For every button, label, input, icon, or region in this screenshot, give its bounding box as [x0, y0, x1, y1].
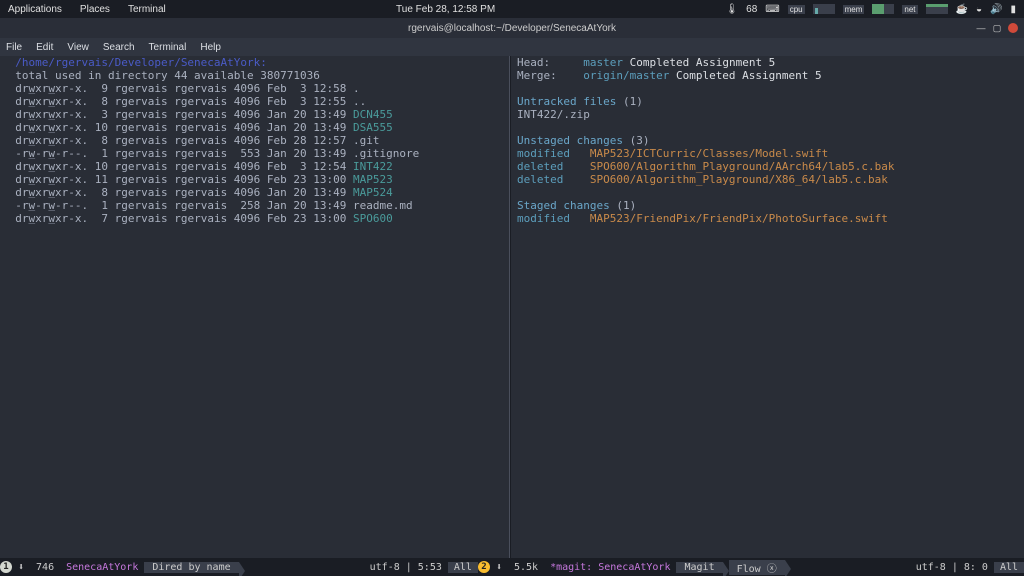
emacs-menu-help[interactable]: Help	[200, 42, 221, 53]
desktop-top-bar: Applications Places Terminal Tue Feb 28,…	[0, 0, 1024, 18]
left-size: 746	[30, 562, 60, 573]
net-label: net	[902, 5, 917, 14]
clock[interactable]: Tue Feb 28, 12:58 PM	[166, 4, 726, 15]
emacs-menu-view[interactable]: View	[67, 42, 89, 53]
maximize-button[interactable]: ▢	[992, 23, 1002, 33]
emacs-menu-terminal[interactable]: Terminal	[149, 42, 187, 53]
battery-icon[interactable]: ▮	[1010, 4, 1016, 15]
emacs-frame: /home/rgervais/Developer/SenecaAtYork: t…	[0, 56, 1024, 558]
emacs-menu-edit[interactable]: Edit	[36, 42, 53, 53]
wifi-icon[interactable]: ◒	[976, 4, 982, 15]
cpu-graph	[813, 4, 835, 14]
menu-terminal[interactable]: Terminal	[128, 4, 166, 15]
right-encoding: utf-8	[910, 562, 952, 573]
left-buffer-name[interactable]: SenecaAtYork	[60, 562, 144, 573]
window-number-2: 2	[478, 561, 490, 573]
coffee-icon[interactable]: ☕	[956, 4, 968, 15]
window-title: rgervais@localhost:~/Developer/SenecaAtY…	[408, 23, 616, 34]
window-number-1: 1	[0, 561, 12, 573]
dired-buffer[interactable]: /home/rgervais/Developer/SenecaAtYork: t…	[0, 56, 510, 558]
keyboard-icon[interactable]: ⌨	[765, 4, 779, 15]
net-graph	[926, 4, 948, 14]
right-minor-mode: Flow ⓧ	[729, 560, 785, 575]
magit-buffer[interactable]: Head: master Completed Assignment 5 Merg…	[510, 56, 1024, 558]
right-percent: All	[994, 562, 1024, 573]
temperature-value: 68	[746, 4, 757, 15]
left-position: 5:53	[412, 562, 448, 573]
minimize-button[interactable]: —	[976, 23, 986, 33]
right-position: 8: 0	[958, 562, 994, 573]
right-major-mode: Magit	[676, 562, 722, 573]
temperature-icon: 🌡	[725, 4, 738, 15]
mem-label: mem	[843, 5, 865, 14]
left-sym: ⬇	[12, 562, 30, 573]
left-major-mode: Dired by name	[144, 562, 238, 573]
modeline: 1 ⬇ 746 SenecaAtYork Dired by name utf-8…	[0, 558, 1024, 576]
emacs-menu-bar: File Edit View Search Terminal Help	[0, 38, 1024, 56]
left-encoding: utf-8	[364, 562, 406, 573]
window-title-bar: rgervais@localhost:~/Developer/SenecaAtY…	[0, 18, 1024, 38]
mem-graph	[872, 4, 894, 14]
right-buffer-name[interactable]: *magit: SenecaAtYork	[544, 562, 676, 573]
left-percent: All	[448, 562, 478, 573]
right-size: 5.5k	[508, 562, 544, 573]
volume-icon[interactable]: 🔊	[990, 4, 1002, 15]
emacs-menu-file[interactable]: File	[6, 42, 22, 53]
menu-places[interactable]: Places	[80, 4, 110, 15]
emacs-menu-search[interactable]: Search	[103, 42, 135, 53]
menu-applications[interactable]: Applications	[8, 4, 62, 15]
right-sym: ⬇	[490, 562, 508, 573]
close-button[interactable]	[1008, 23, 1018, 33]
cpu-label: cpu	[788, 5, 805, 14]
